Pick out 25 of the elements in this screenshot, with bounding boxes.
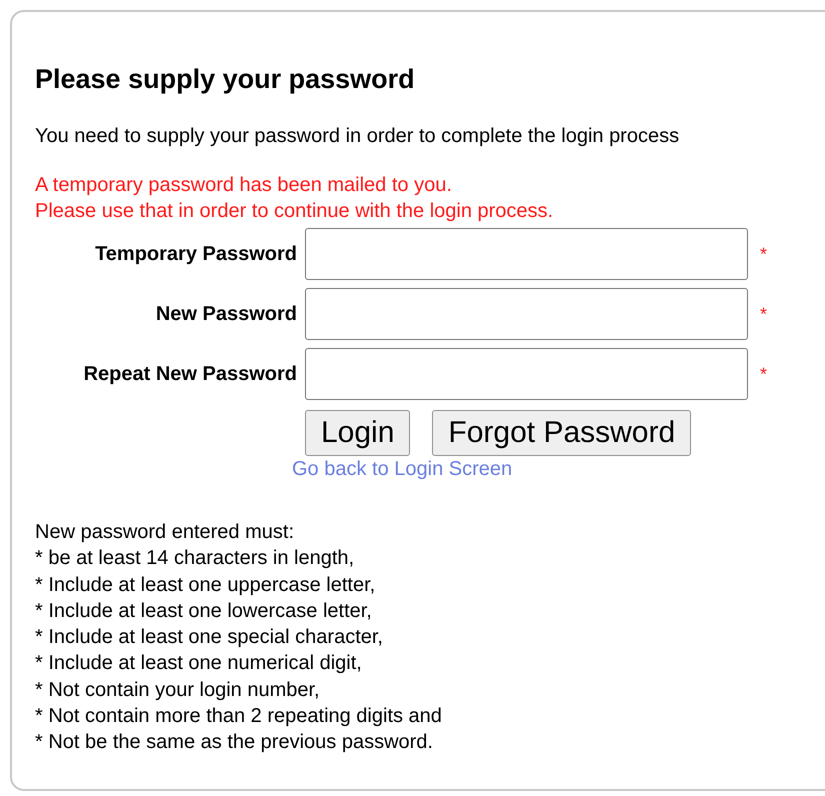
field-label: New Password [154, 302, 297, 326]
password-field[interactable] [305, 348, 748, 400]
requirement-item: * Include at least one lowercase letter, [35, 598, 373, 624]
requirement-item: * Not contain your login number, [35, 678, 321, 703]
requirements-heading: New password entered must: [35, 520, 296, 545]
notice-text: A temporary password has been mailed to you. [35, 173, 453, 198]
requirement-item: * Include at least one numerical digit, [35, 651, 363, 676]
requirement-item: * Not be the same as the previous password. [35, 730, 434, 756]
requirement-item: * Not contain more than 2 repeating digits and [35, 704, 443, 730]
requirement-item: * Include at least one uppercase letter, [35, 572, 376, 598]
password-field[interactable] [305, 228, 748, 280]
intro-text: You need to supply your password in order to complete the login process [35, 124, 680, 148]
forgot-password-button[interactable]: Forgot Password [432, 410, 692, 456]
required-mark: * [760, 364, 768, 384]
back-to-login-link[interactable]: Go back to Login Screen [292, 458, 512, 481]
login-button[interactable]: Login [305, 410, 410, 456]
requirement-item: * Include at least one special character, [35, 625, 384, 650]
required-mark: * [760, 304, 768, 324]
page-title: Please supply your password [35, 63, 416, 96]
requirement-item: * be at least 14 characters in length, [35, 546, 356, 572]
field-label: Temporary Password [94, 242, 297, 266]
field-label: Repeat New Password [82, 362, 297, 386]
password-field[interactable] [305, 288, 748, 340]
required-mark: * [760, 244, 768, 264]
notice-text: Please use that in order to continue with the login process. [35, 199, 554, 224]
